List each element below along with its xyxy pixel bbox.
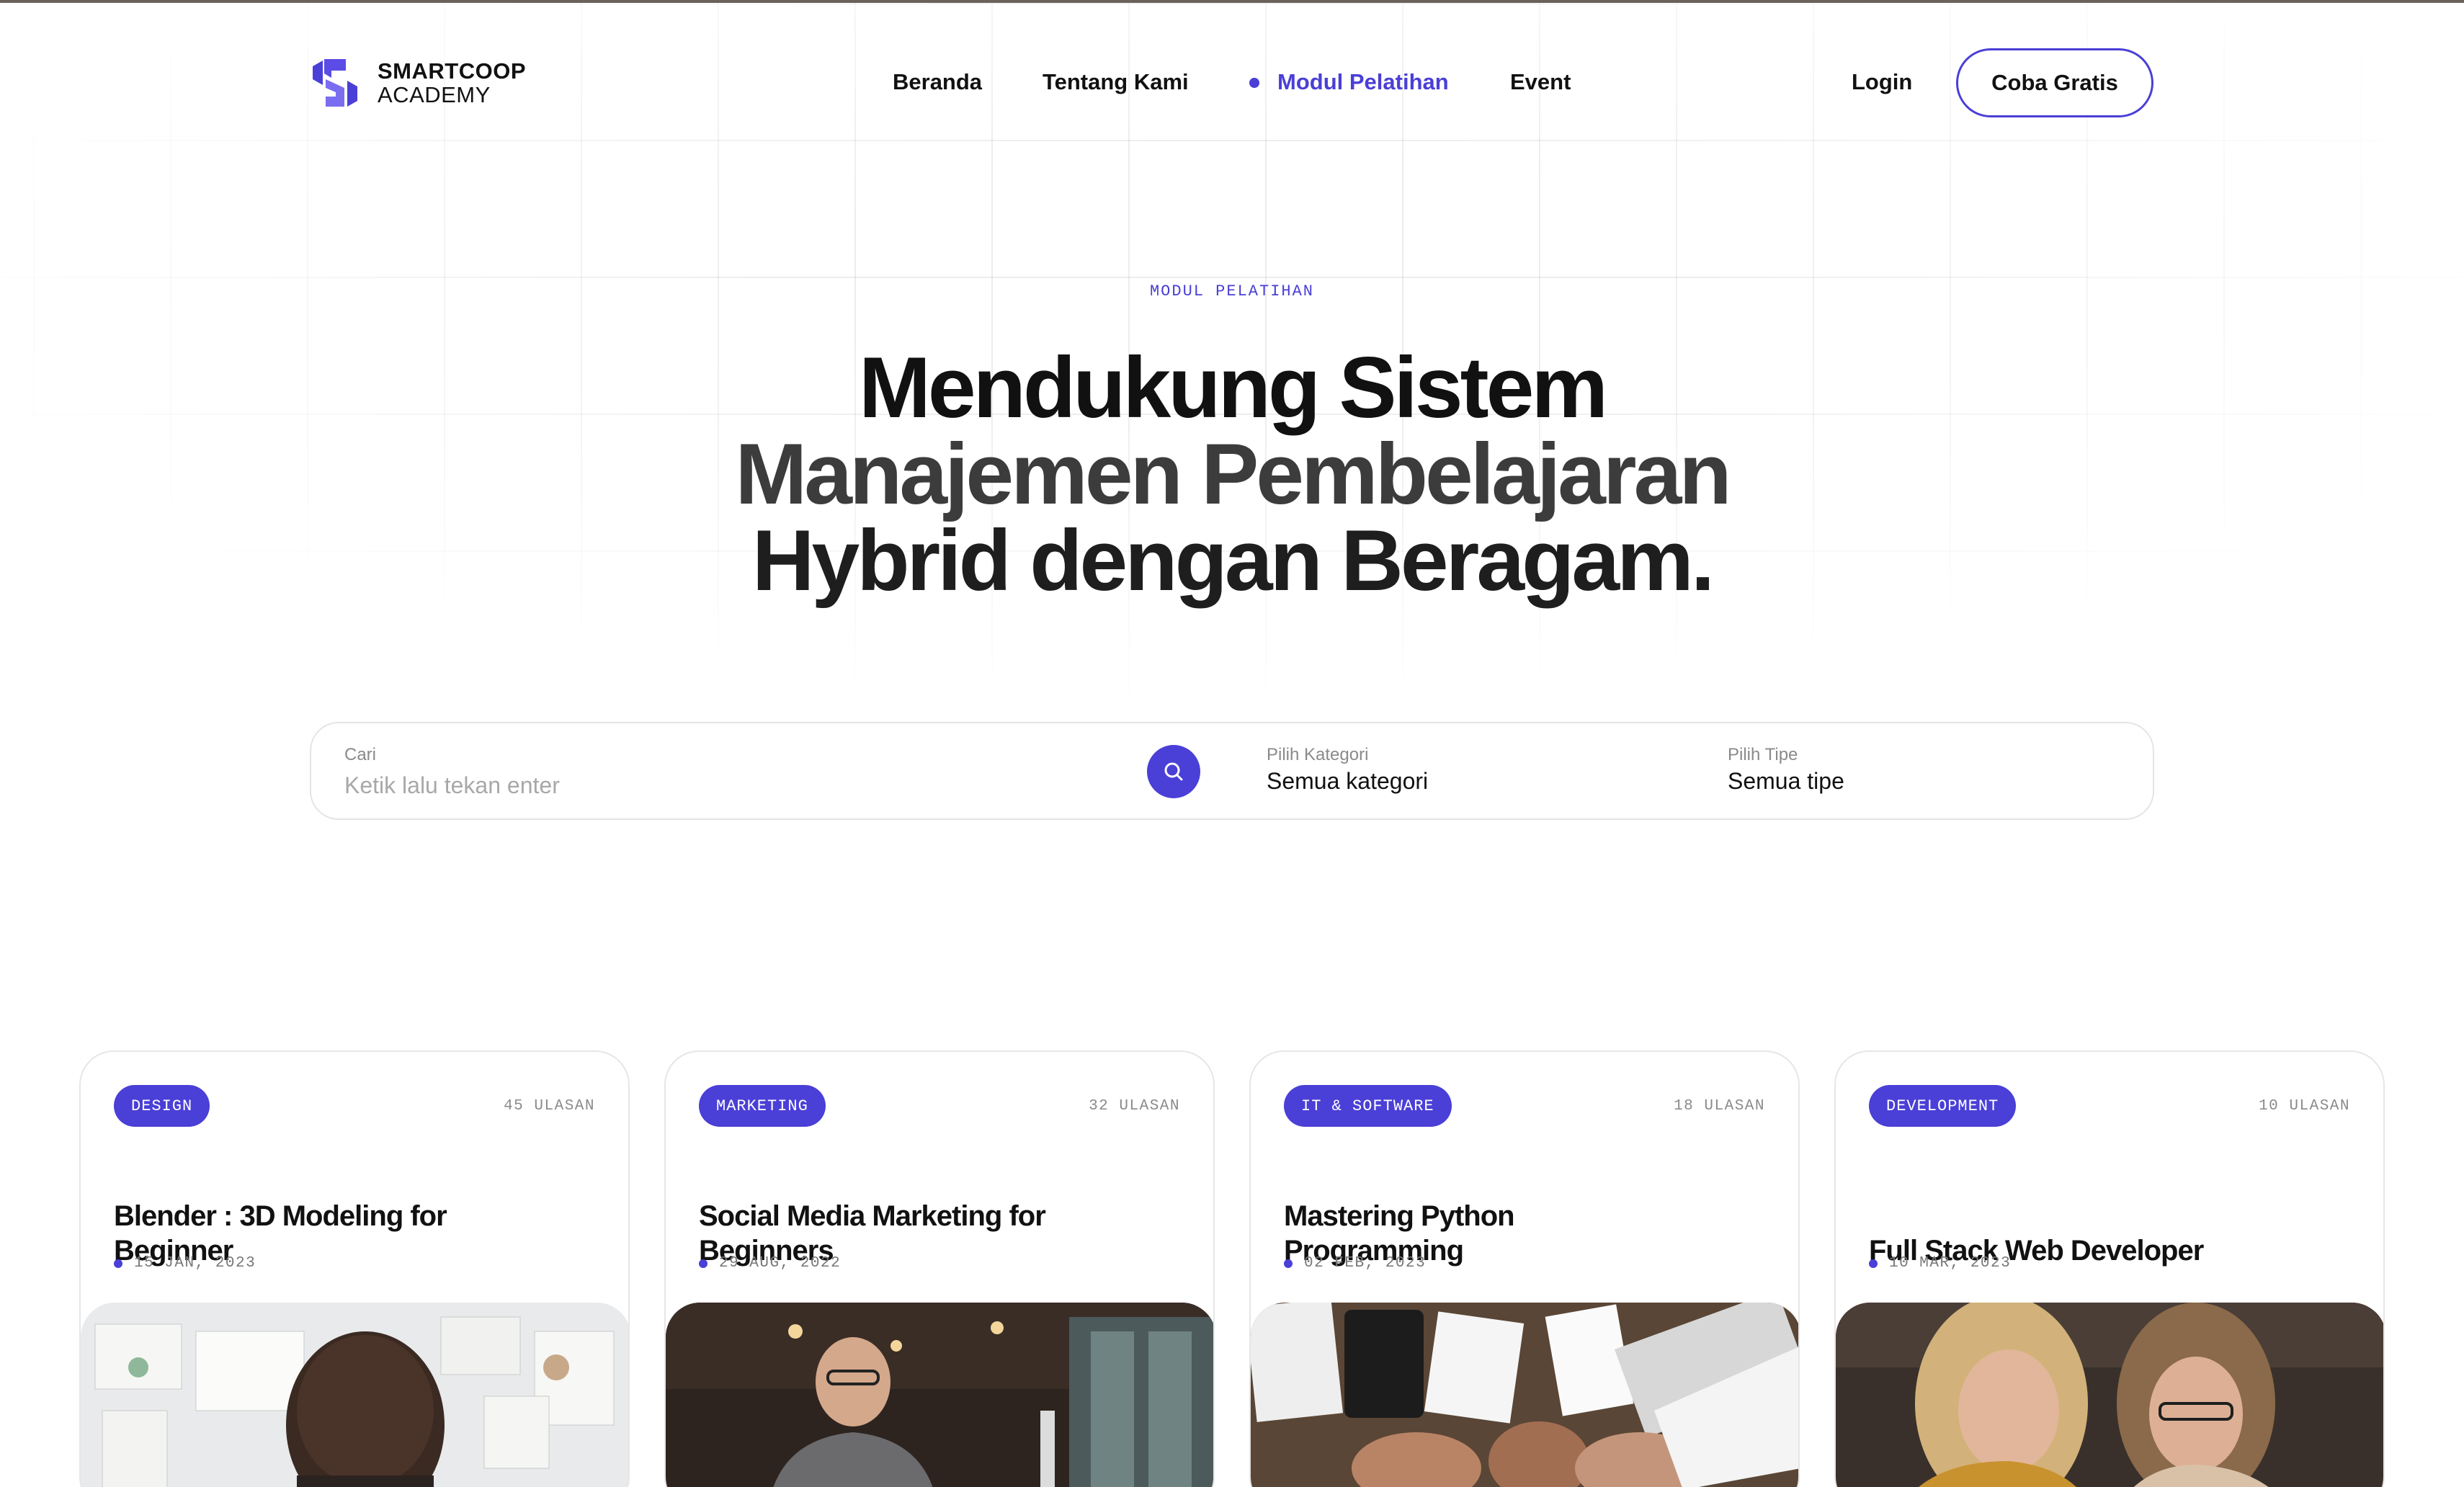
course-image-office-man xyxy=(666,1303,1213,1487)
search-input[interactable] xyxy=(344,769,1137,801)
review-count: 18 ULASAN xyxy=(1674,1098,1765,1115)
course-image[interactable] xyxy=(1836,1303,2383,1487)
page: SMARTCOOP ACADEMY Beranda Tentang Kami M… xyxy=(0,0,2464,1487)
search-filter-bar: Cari Pilih Kategori Semua kategori Pilih… xyxy=(310,722,2154,820)
category-badge[interactable]: IT & SOFTWARE xyxy=(1284,1085,1452,1127)
headline-line-3: Hybrid dengan Beragam. xyxy=(751,512,1715,609)
course-date: 02 FEB, 2023 xyxy=(1284,1255,1426,1272)
search-button[interactable] xyxy=(1147,745,1200,798)
category-badge[interactable]: MARKETING xyxy=(699,1085,826,1127)
type-value: Semua tipe xyxy=(1728,768,1844,794)
hero-eyebrow: MODUL PELATIHAN xyxy=(1149,282,1315,300)
try-free-button[interactable]: Coba Gratis xyxy=(1956,48,2153,117)
review-count: 45 ULASAN xyxy=(504,1098,595,1115)
course-image[interactable] xyxy=(1251,1303,1798,1487)
course-date: 29 AUG, 2022 xyxy=(699,1255,841,1272)
course-image[interactable] xyxy=(666,1303,1213,1487)
course-image[interactable] xyxy=(81,1303,628,1487)
category-badge[interactable]: DEVELOPMENT xyxy=(1869,1085,2017,1127)
category-value: Semua kategori xyxy=(1267,768,1429,794)
course-date: 15 JAN, 2023 xyxy=(114,1255,256,1272)
course-card[interactable]: IT & SOFTWARE 18 ULASAN Mastering Python… xyxy=(1249,1050,1800,1487)
headline-line-1: Mendukung Sistem xyxy=(858,339,1608,436)
active-indicator-dot xyxy=(1249,78,1259,88)
nav-item-event[interactable]: Event xyxy=(1510,69,1571,95)
category-badge[interactable]: DESIGN xyxy=(114,1085,210,1127)
search-icon xyxy=(1164,762,1183,781)
course-image-two-women xyxy=(1836,1303,2383,1487)
category-select[interactable]: Pilih Kategori Semua kategori xyxy=(1267,723,1670,818)
nav-item-tentang-kami[interactable]: Tentang Kami xyxy=(1043,69,1189,95)
nav-item-modul-pelatihan[interactable]: Modul Pelatihan xyxy=(1277,69,1449,95)
type-select[interactable]: Pilih Tipe Semua tipe xyxy=(1728,723,2131,818)
search-label: Cari xyxy=(344,745,377,764)
course-date: 10 MAR, 2023 xyxy=(1869,1255,2011,1272)
login-link[interactable]: Login xyxy=(1852,69,1912,95)
headline-line-2: Manajemen Pembelajaran xyxy=(735,426,1731,522)
category-label: Pilih Kategori xyxy=(1267,745,1369,764)
course-card[interactable]: DEVELOPMENT 10 ULASAN Full Stack Web Dev… xyxy=(1834,1050,2385,1487)
course-card[interactable]: MARKETING 32 ULASAN Social Media Marketi… xyxy=(664,1050,1215,1487)
review-count: 10 ULASAN xyxy=(2259,1098,2350,1115)
nav-item-beranda[interactable]: Beranda xyxy=(893,69,982,95)
course-card[interactable]: DESIGN 45 ULASAN Blender : 3D Modeling f… xyxy=(79,1050,630,1487)
course-image-design-studio xyxy=(81,1303,628,1487)
type-label: Pilih Tipe xyxy=(1728,745,1798,764)
hero-headline: Mendukung Sistem Manajemen Pembelajaran … xyxy=(0,344,2464,604)
course-image-fist-bump xyxy=(1251,1303,1798,1487)
review-count: 32 ULASAN xyxy=(1089,1098,1180,1115)
